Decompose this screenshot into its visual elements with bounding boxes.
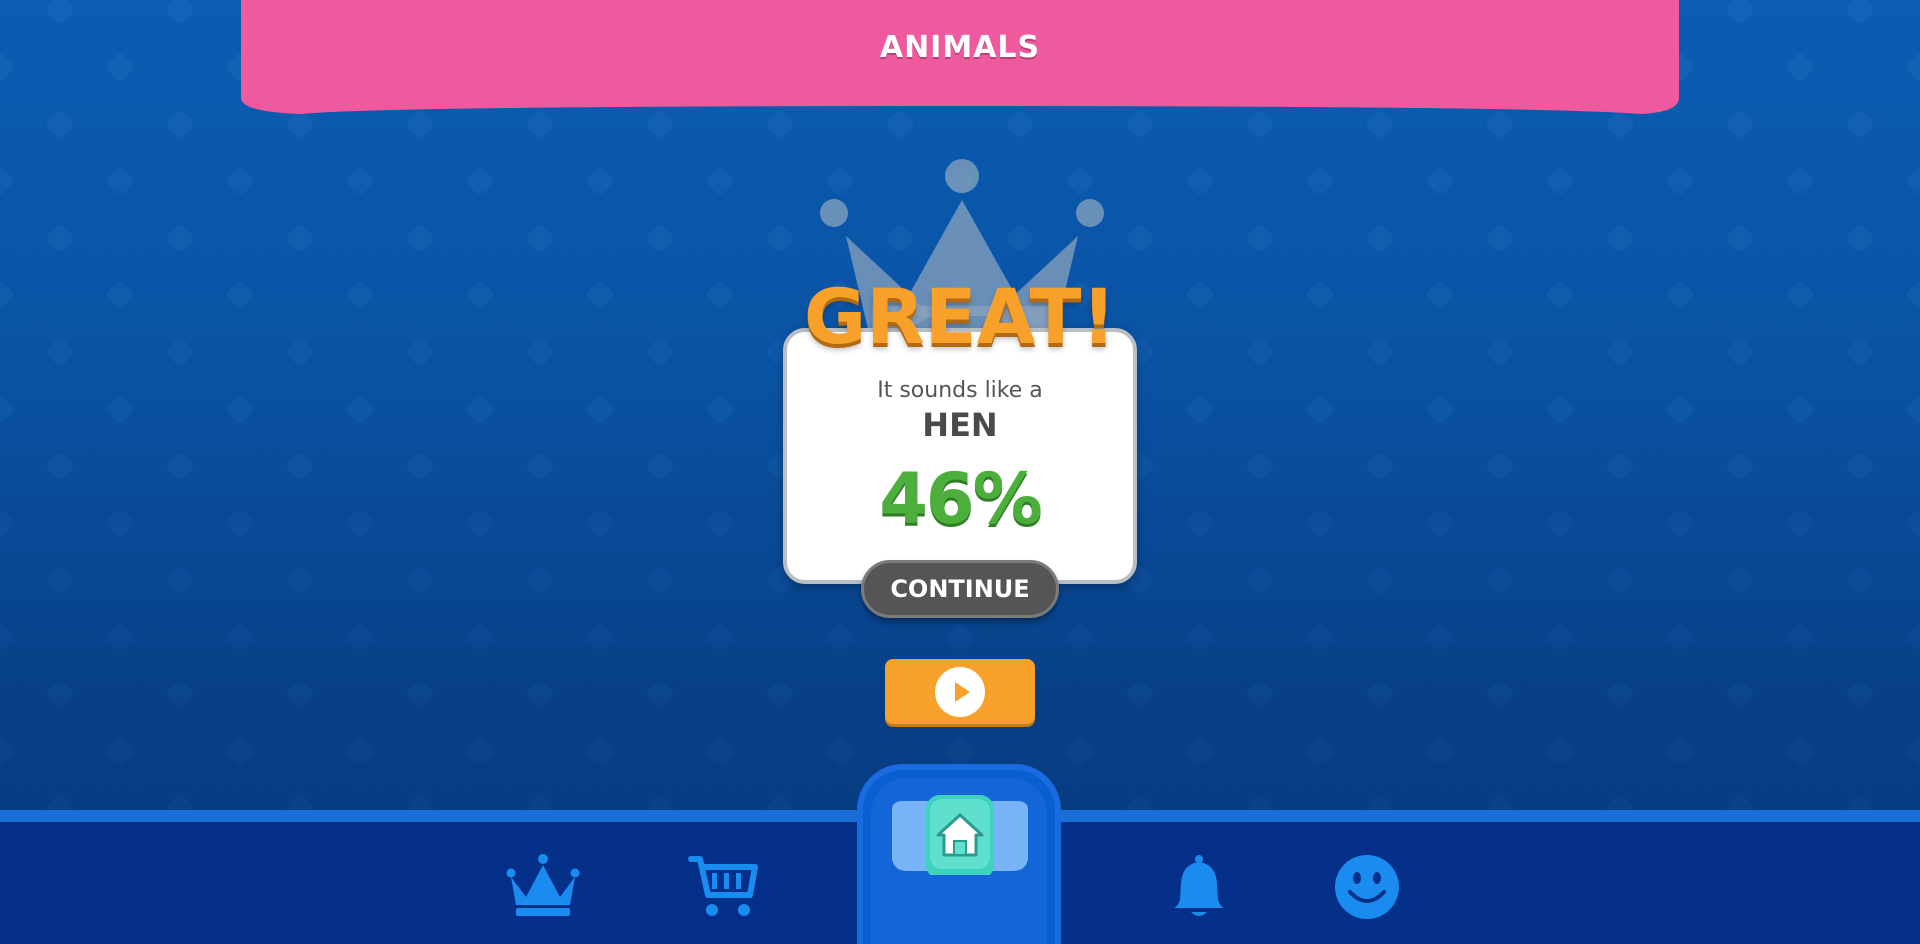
category-banner: ANIMALS [241,0,1679,114]
crown-icon[interactable] [506,853,580,917]
result-card [783,328,1137,584]
play-icon [935,667,985,717]
result-animal: HEN [922,406,998,444]
bell-icon[interactable] [1172,854,1226,920]
category-title: ANIMALS [879,30,1041,65]
result-subtitle: It sounds like a [877,378,1043,403]
result-score: 46% [879,458,1043,540]
result-headline: GREAT! [803,272,1117,361]
cart-icon[interactable] [688,855,758,919]
home-button[interactable] [886,795,1034,875]
play-button[interactable] [885,659,1035,724]
smiley-icon[interactable] [1334,854,1400,920]
continue-button[interactable]: CONTINUE [861,560,1059,618]
